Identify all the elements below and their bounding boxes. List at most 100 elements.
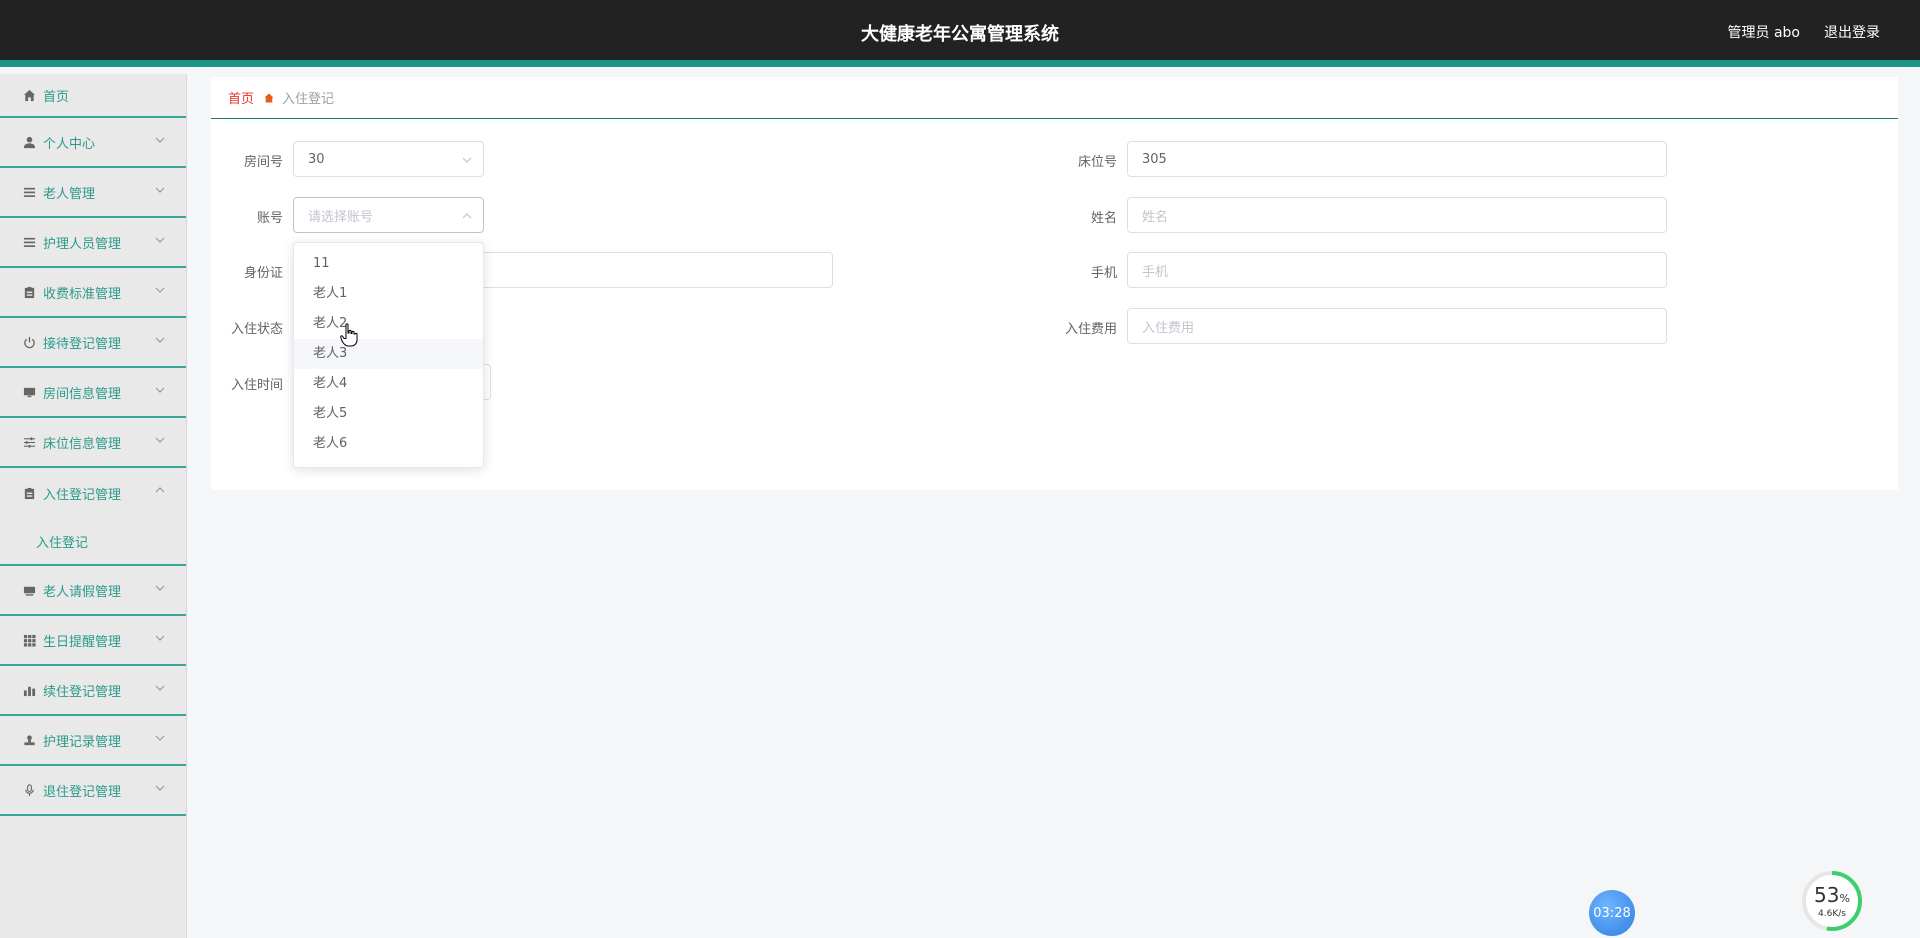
bed-label: 床位号 xyxy=(1077,155,1117,170)
sidebar-item-label: 续住登记管理 xyxy=(43,684,122,700)
sidebar-item-label: 个人中心 xyxy=(43,136,96,152)
name-label: 姓名 xyxy=(1090,211,1117,226)
sidebar-item-checkin-management[interactable]: 入住登记管理 xyxy=(0,468,186,518)
current-user: 管理员 abo xyxy=(1727,25,1800,41)
room-select-value: 30 xyxy=(308,151,325,167)
room-select[interactable]: 30 xyxy=(293,141,484,177)
checkin-fee-field-placeholder: 入住费用 xyxy=(1142,320,1195,336)
phone-field[interactable]: 手机 xyxy=(1127,252,1667,288)
power-icon xyxy=(22,335,36,349)
monitor-icon xyxy=(22,385,36,399)
chevron-up-icon xyxy=(462,213,472,219)
name-field-placeholder: 姓名 xyxy=(1142,209,1169,225)
chevron-down-icon xyxy=(155,437,165,443)
sidebar: 首页 个人中心 老人管理 护理人员管理 收费标准管理 接待登记管理 房间信息管理… xyxy=(0,74,187,938)
sidebar-item-home[interactable]: 首页 xyxy=(0,74,186,118)
name-field[interactable]: 姓名 xyxy=(1127,197,1667,233)
sidebar-item-care-record-management[interactable]: 护理记录管理 xyxy=(0,716,186,766)
chevron-down-icon xyxy=(155,635,165,641)
grid-icon xyxy=(22,633,36,647)
account-dropdown: 11 老人1 老人2 老人3 老人4 老人5 老人6 xyxy=(293,242,484,468)
gauge-speed: 4.6K/s xyxy=(1818,909,1846,919)
dropdown-option[interactable]: 老人6 xyxy=(294,429,483,459)
sidebar-item-label: 入住登记管理 xyxy=(43,487,122,503)
chevron-down-icon xyxy=(155,287,165,293)
chevron-down-icon xyxy=(155,585,165,591)
sliders-icon xyxy=(22,435,36,449)
dropdown-option[interactable]: 老人5 xyxy=(294,399,483,429)
house-separator-icon xyxy=(264,93,274,102)
chevron-down-icon xyxy=(155,685,165,691)
sidebar-item-bed-management[interactable]: 床位信息管理 xyxy=(0,418,186,468)
id-card-label: 身份证 xyxy=(243,266,283,281)
sidebar-item-label: 退住登记管理 xyxy=(43,784,122,800)
chevron-down-icon xyxy=(155,387,165,393)
sidebar-item-label: 生日提醒管理 xyxy=(43,634,122,650)
account-label: 账号 xyxy=(256,211,283,226)
breadcrumb: 首页 入住登记 xyxy=(211,77,1898,119)
chevron-down-icon xyxy=(155,785,165,791)
network-gauge[interactable]: 53% 4.6K/s xyxy=(1800,869,1864,933)
clipboard-icon xyxy=(22,285,36,299)
sidebar-item-label: 老人请假管理 xyxy=(43,584,122,600)
stamp-icon xyxy=(22,733,36,747)
home-icon xyxy=(22,88,36,102)
chevron-down-icon xyxy=(155,237,165,243)
sidebar-item-label: 护理人员管理 xyxy=(43,236,122,252)
top-header: 大健康老年公寓管理系统 管理员 abo 退出登录 xyxy=(0,0,1920,67)
chevron-down-icon xyxy=(155,187,165,193)
logout-link[interactable]: 退出登录 xyxy=(1824,22,1880,42)
chevron-down-icon xyxy=(155,337,165,343)
user-icon xyxy=(22,135,36,149)
sidebar-item-label: 床位信息管理 xyxy=(43,436,122,452)
bar-chart-icon xyxy=(22,683,36,697)
checkin-fee-field[interactable]: 入住费用 xyxy=(1127,308,1667,344)
sidebar-item-label: 房间信息管理 xyxy=(43,386,122,402)
mic-icon xyxy=(22,783,36,797)
sidebar-item-leave-management[interactable]: 老人请假管理 xyxy=(0,566,186,616)
sidebar-item-checkout-management[interactable]: 退住登记管理 xyxy=(0,766,186,816)
sidebar-item-label: 接待登记管理 xyxy=(43,336,122,352)
hand-cursor-icon xyxy=(340,323,358,347)
timer-badge[interactable]: 03:28 xyxy=(1589,890,1635,936)
account-select[interactable]: 请选择账号 xyxy=(293,197,484,233)
checkin-status-label: 入住状态 xyxy=(230,322,283,337)
bed-field[interactable]: 305 xyxy=(1127,141,1667,177)
sidebar-item-label: 护理记录管理 xyxy=(43,734,122,750)
account-select-placeholder: 请选择账号 xyxy=(308,209,374,225)
bed-field-value: 305 xyxy=(1142,151,1167,167)
sidebar-item-birthday-reminder[interactable]: 生日提醒管理 xyxy=(0,616,186,666)
sidebar-item-label: 老人管理 xyxy=(43,186,96,202)
clipboard-icon xyxy=(22,486,36,500)
sidebar-item-personal-center[interactable]: 个人中心 xyxy=(0,118,186,168)
sidebar-item-elder-management[interactable]: 老人管理 xyxy=(0,168,186,218)
dropdown-option[interactable]: 老人3 xyxy=(294,339,483,369)
sidebar-subitem-checkin[interactable]: 入住登记 xyxy=(0,518,186,566)
dropdown-option[interactable]: 老人1 xyxy=(294,279,483,309)
inbox-icon xyxy=(22,583,36,597)
phone-label: 手机 xyxy=(1090,266,1117,281)
sidebar-item-reception-management[interactable]: 接待登记管理 xyxy=(0,318,186,368)
dropdown-option[interactable]: 老人2 xyxy=(294,309,483,339)
checkin-time-label: 入住时间 xyxy=(230,378,283,393)
phone-field-placeholder: 手机 xyxy=(1142,264,1169,280)
sidebar-item-fee-standard-management[interactable]: 收费标准管理 xyxy=(0,268,186,318)
dropdown-option[interactable]: 老人4 xyxy=(294,369,483,399)
sidebar-item-label: 收费标准管理 xyxy=(43,286,122,302)
checkin-fee-label: 入住费用 xyxy=(1064,322,1117,337)
gauge-percent: 53% xyxy=(1814,883,1850,907)
dropdown-option[interactable]: 11 xyxy=(294,249,483,279)
sidebar-item-room-management[interactable]: 房间信息管理 xyxy=(0,368,186,418)
chevron-down-icon xyxy=(462,157,472,163)
list-icon xyxy=(22,235,36,249)
chevron-down-icon xyxy=(155,735,165,741)
sidebar-item-label: 首页 xyxy=(43,89,70,105)
chevron-up-icon xyxy=(155,487,165,493)
list-icon xyxy=(22,185,36,199)
breadcrumb-current: 入住登记 xyxy=(282,92,335,107)
chevron-down-icon xyxy=(155,137,165,143)
sidebar-item-nurse-management[interactable]: 护理人员管理 xyxy=(0,218,186,268)
app-title: 大健康老年公寓管理系统 xyxy=(861,24,1059,45)
breadcrumb-home[interactable]: 首页 xyxy=(228,88,254,107)
sidebar-item-renewal-management[interactable]: 续住登记管理 xyxy=(0,666,186,716)
